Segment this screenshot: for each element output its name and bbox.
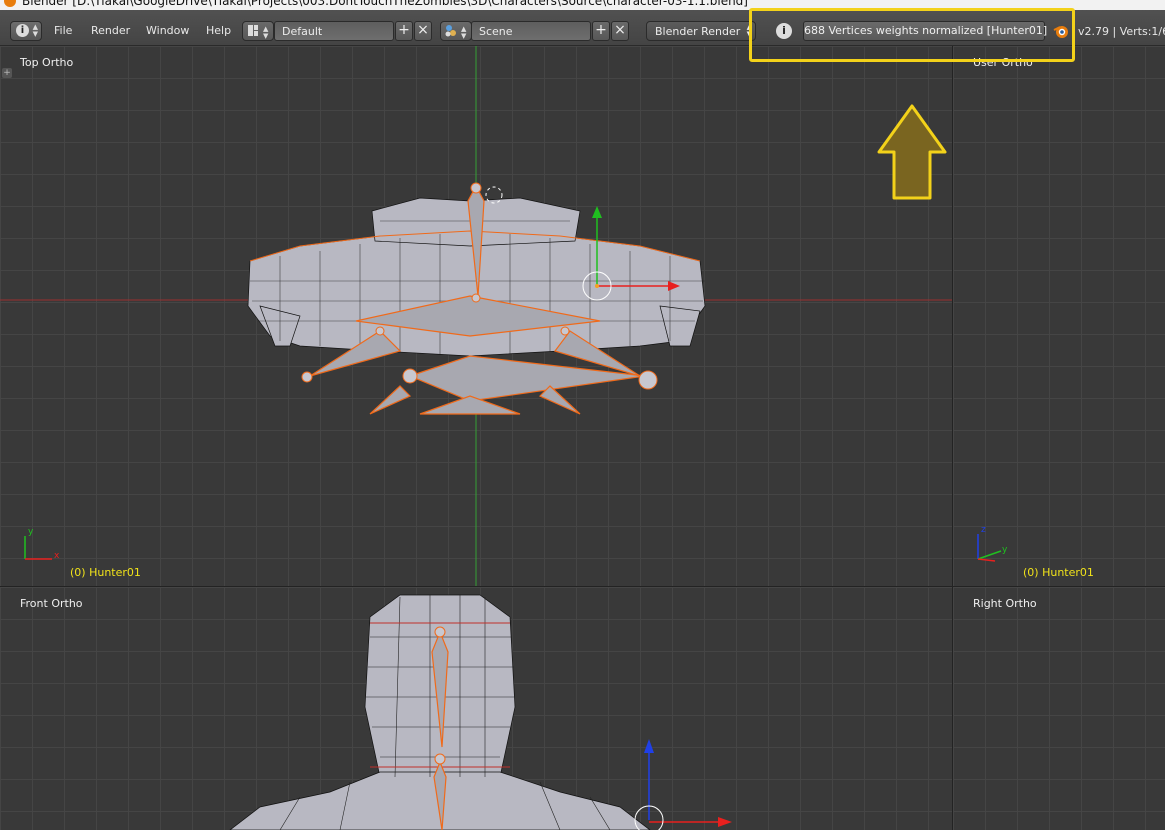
front-view-canvas: [229, 594, 732, 830]
svg-text:▼: ▼: [461, 32, 467, 40]
render-engine-dropdown[interactable]: Blender Render ▲ ▼: [646, 21, 756, 41]
scene-browse-button[interactable]: ▲ ▼: [440, 21, 472, 41]
remove-screen-button[interactable]: ×: [414, 21, 432, 41]
report-highlight-box: [749, 8, 1075, 62]
axis-y-label: y: [1002, 545, 1008, 555]
info-icon: i: [16, 24, 29, 37]
menu-file[interactable]: File: [54, 24, 72, 37]
axis-x-label: x: [54, 551, 60, 561]
viewport-label: Right Ortho: [973, 597, 1037, 610]
menu-window[interactable]: Window: [146, 24, 189, 37]
updown-arrow-icon: ▲ ▼: [32, 23, 38, 38]
svg-text:▼: ▼: [263, 32, 269, 40]
viewport-right-ortho[interactable]: Right Ortho: [953, 587, 1165, 830]
user-view-canvas: z y: [977, 525, 1008, 562]
viewport-user-ortho[interactable]: User Ortho (0) Hunter01 z y: [953, 46, 1165, 586]
top-view-canvas: y x: [0, 46, 952, 586]
screen-layout-field[interactable]: Default: [274, 21, 394, 41]
viewport-top-ortho[interactable]: Top Ortho + (0) Hunter01 y x: [0, 46, 952, 586]
add-scene-button[interactable]: +: [592, 21, 610, 41]
menu-render[interactable]: Render: [91, 24, 130, 37]
blender-app-icon: [4, 0, 16, 7]
scene-field[interactable]: Scene: [471, 21, 591, 41]
viewport-front-ortho[interactable]: Front Ortho: [0, 587, 952, 830]
render-engine-label: Blender Render: [655, 25, 741, 38]
menu-help[interactable]: Help: [206, 24, 231, 37]
screen-layout-browse-button[interactable]: ▲ ▼: [242, 21, 274, 41]
window-title: Blender [D:\Tiakai\GoogleDrive\Tiakai\Pr…: [22, 0, 748, 8]
viewport-divider-vertical[interactable]: [952, 46, 953, 830]
add-screen-button[interactable]: +: [395, 21, 413, 41]
editor-type-button[interactable]: i ▲ ▼: [10, 21, 42, 41]
remove-scene-button[interactable]: ×: [611, 21, 629, 41]
axis-z-label: z: [981, 525, 986, 535]
layout-icon: ▲▼: [248, 25, 269, 40]
scene-statistics: v2.79 | Verts:1/6: [1078, 25, 1165, 38]
axis-y-label: y: [28, 527, 34, 537]
scene-icon: ▲▼: [445, 25, 467, 40]
viewport-divider-horizontal[interactable]: [0, 586, 1165, 587]
up-arrow-icon: [877, 104, 947, 200]
